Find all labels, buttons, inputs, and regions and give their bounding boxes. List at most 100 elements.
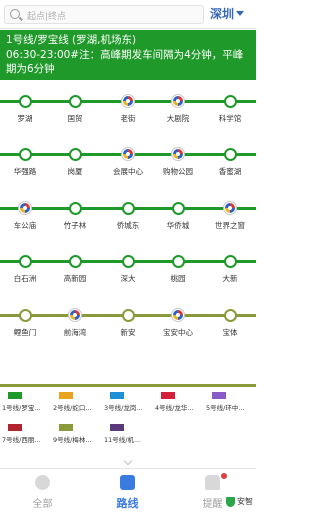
- station-name[interactable]: 老街: [103, 113, 153, 124]
- all-icon: [35, 475, 50, 490]
- station-row: 白石洲 高新园 深大 桃园 大新: [0, 250, 256, 296]
- station-node-icon[interactable]: [122, 255, 135, 268]
- station-name[interactable]: 深大: [103, 273, 153, 284]
- station-name[interactable]: 华强路: [0, 166, 50, 177]
- line-legend-label: 5号线/环中...: [206, 404, 245, 412]
- transfer-station-icon[interactable]: [121, 147, 135, 161]
- bottom-tab-bar: 全部 路线 提醒: [0, 468, 256, 512]
- line-legend-item[interactable]: 4号线/龙华...: [155, 392, 205, 416]
- line-color-swatch: [8, 424, 22, 431]
- line-legend-label: 2号线/蛇口...: [53, 404, 92, 412]
- station-name[interactable]: 罗湖: [0, 113, 50, 124]
- line-legend-item[interactable]: 1号线/罗宝...: [2, 392, 52, 416]
- bell-icon: [205, 475, 220, 490]
- station-node-icon[interactable]: [122, 202, 135, 215]
- transfer-station-icon[interactable]: [171, 308, 185, 322]
- station-name[interactable]: 大剧院: [153, 113, 203, 124]
- top-bar: 起点|终点 深圳: [0, 0, 256, 29]
- station-node-icon[interactable]: [69, 255, 82, 268]
- line-legend-item[interactable]: 11号线/机...: [104, 424, 154, 448]
- station-node-icon[interactable]: [172, 255, 185, 268]
- station-node-icon[interactable]: [19, 255, 32, 268]
- line-legend-item[interactable]: 5号线/环中...: [206, 392, 256, 416]
- station-name[interactable]: 世界之窗: [205, 220, 255, 231]
- line-legend-label: 3号线/龙岗...: [104, 404, 143, 412]
- line-color-swatch: [110, 392, 124, 399]
- line-legend-label: 9号线/梅林...: [53, 436, 92, 444]
- station-name[interactable]: 高新园: [50, 273, 100, 284]
- station-row: 鲤鱼门 前海湾 新安 宝安中心 宝体: [0, 304, 256, 350]
- tab-route-label: 路线: [116, 497, 139, 510]
- transfer-station-icon[interactable]: [18, 201, 32, 215]
- line-color-swatch: [212, 392, 226, 399]
- city-label: 深圳: [210, 7, 235, 21]
- station-node-icon[interactable]: [224, 309, 237, 322]
- station-name[interactable]: 白石洲: [0, 273, 50, 284]
- tab-route[interactable]: 路线: [85, 469, 170, 512]
- station-name[interactable]: 竹子林: [50, 220, 100, 231]
- station-node-icon[interactable]: [19, 95, 32, 108]
- line-legend-label: 1号线/罗宝...: [2, 404, 41, 412]
- station-name[interactable]: 宝安中心: [153, 327, 203, 338]
- route-icon: [120, 475, 135, 490]
- station-name[interactable]: 岗厦: [50, 166, 100, 177]
- line-legend-item[interactable]: 2号线/蛇口...: [53, 392, 103, 416]
- station-node-icon[interactable]: [224, 255, 237, 268]
- transfer-station-icon[interactable]: [171, 94, 185, 108]
- station-name[interactable]: 会展中心: [103, 166, 153, 177]
- station-name[interactable]: 购物公园: [153, 166, 203, 177]
- line-legend-item[interactable]: 9号线/梅林...: [53, 424, 103, 448]
- station-name[interactable]: 前海湾: [50, 327, 100, 338]
- search-placeholder: 起点|终点: [27, 12, 67, 22]
- station-name[interactable]: 车公庙: [0, 220, 50, 231]
- station-name[interactable]: 侨城东: [103, 220, 153, 231]
- search-icon: [10, 9, 20, 19]
- station-node-icon[interactable]: [69, 202, 82, 215]
- station-node-icon[interactable]: [19, 148, 32, 161]
- line-info-banner: 1号线/罗宝线 (罗湖,机场东) 06:30-23:00#注：高峰期发车间隔为4…: [0, 30, 256, 80]
- transfer-station-icon[interactable]: [68, 308, 82, 322]
- station-name[interactable]: 科学馆: [205, 113, 255, 124]
- search-input[interactable]: 起点|终点: [4, 5, 204, 24]
- line-color-swatch: [59, 392, 73, 399]
- line-title: 1号线/罗宝线 (罗湖,机场东): [6, 34, 137, 46]
- station-node-icon[interactable]: [122, 309, 135, 322]
- station-name[interactable]: 香蜜湖: [205, 166, 255, 177]
- transfer-station-icon[interactable]: [121, 94, 135, 108]
- station-node-icon[interactable]: [69, 95, 82, 108]
- line-color-swatch: [8, 392, 22, 399]
- station-node-icon[interactable]: [224, 95, 237, 108]
- shield-icon: [226, 497, 235, 507]
- line-legend-label: 7号线/西丽...: [2, 436, 41, 444]
- line-color-swatch: [59, 424, 73, 431]
- line-legend-label: 11号线/机...: [104, 436, 141, 444]
- station-node-icon[interactable]: [69, 148, 82, 161]
- tab-all[interactable]: 全部: [0, 469, 85, 512]
- line-legend-item[interactable]: 7号线/西丽...: [2, 424, 52, 448]
- city-selector[interactable]: 深圳: [210, 5, 245, 22]
- station-node-icon[interactable]: [172, 202, 185, 215]
- transfer-station-icon[interactable]: [171, 147, 185, 161]
- station-node-icon[interactable]: [224, 148, 237, 161]
- station-name[interactable]: 宝体: [205, 327, 255, 338]
- station-name[interactable]: 桃园: [153, 273, 203, 284]
- partial-row: [0, 382, 256, 388]
- station-name[interactable]: 国贸: [50, 113, 100, 124]
- chevron-down-icon[interactable]: [123, 458, 133, 466]
- line-color-swatch: [110, 424, 124, 431]
- line-legend-label: 4号线/龙华...: [155, 404, 194, 412]
- station-name[interactable]: 华侨城: [153, 220, 203, 231]
- notification-dot: [221, 473, 227, 479]
- transfer-station-icon[interactable]: [223, 201, 237, 215]
- station-row: 罗湖 国贸 老街 大剧院 科学馆: [0, 90, 256, 136]
- station-name[interactable]: 大新: [205, 273, 255, 284]
- safe-badge: 安智: [226, 496, 254, 509]
- station-row: 车公庙 竹子林 侨城东 华侨城 世界之窗: [0, 197, 256, 243]
- station-name[interactable]: 鲤鱼门: [0, 327, 50, 338]
- station-node-icon[interactable]: [19, 309, 32, 322]
- line-legend-item[interactable]: 3号线/龙岗...: [104, 392, 154, 416]
- line-schedule: 06:30-23:00#注：高峰期发车间隔为4分钟，平峰期为6分钟: [6, 48, 244, 76]
- caret-down-icon: [236, 11, 245, 16]
- route-line: [0, 384, 256, 387]
- station-name[interactable]: 新安: [103, 327, 153, 338]
